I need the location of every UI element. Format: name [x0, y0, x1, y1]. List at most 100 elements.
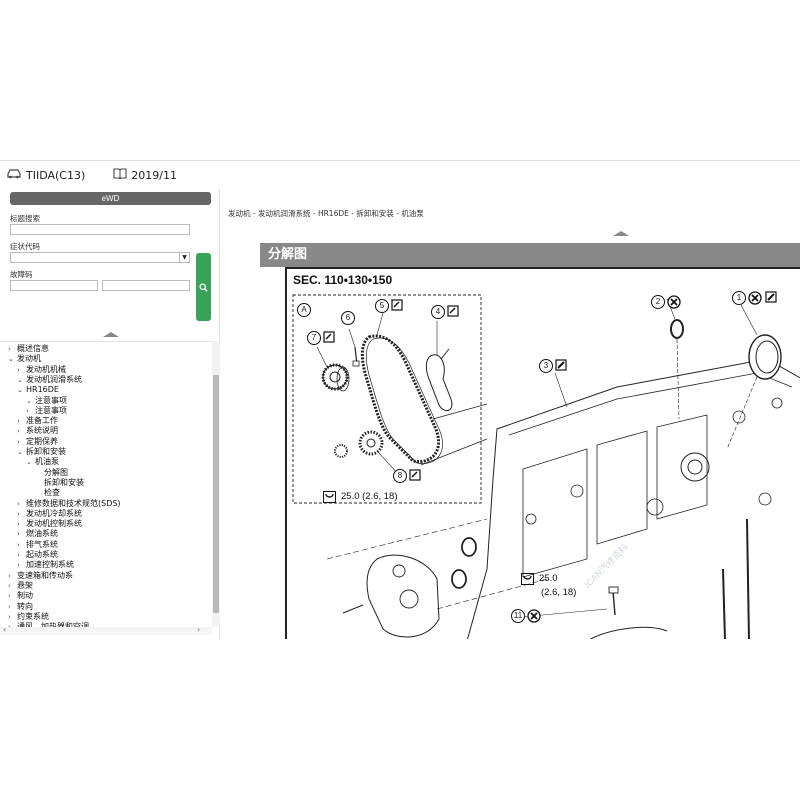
chevron-right-icon[interactable]: ›: [17, 499, 26, 509]
tree-item[interactable]: › 注意事项: [26, 406, 67, 416]
callout-a: A: [297, 303, 311, 317]
chevron-right-icon[interactable]: ›: [8, 612, 17, 622]
tree-item[interactable]: ⌄ 机油泵: [26, 457, 59, 467]
scroll-right-icon[interactable]: ›: [197, 625, 200, 634]
callout-2: 2: [651, 295, 665, 309]
search-button[interactable]: [196, 253, 211, 321]
tree-item[interactable]: › 系统说明: [17, 426, 58, 436]
tree-item-label: 起动系统: [26, 550, 58, 559]
callout-8: 8: [393, 469, 407, 483]
tree-item[interactable]: 分解图: [35, 468, 68, 478]
tree-item[interactable]: › 发动机机械: [17, 365, 66, 375]
tree-item[interactable]: ⌄ HR16DE: [17, 385, 59, 395]
tree-item[interactable]: › 变速箱和传动系: [8, 571, 73, 581]
tree-item[interactable]: › 发动机控制系统: [17, 519, 82, 529]
tree-item-label: 定期保养: [26, 436, 58, 446]
date-label: 2019/11: [131, 168, 177, 182]
tree-item[interactable]: › 准备工作: [17, 416, 58, 426]
callout-1: 1: [732, 291, 746, 305]
tree-item-label: 系统说明: [26, 426, 58, 436]
tree-item[interactable]: › 转向: [8, 602, 33, 612]
tree-item-label: 注意事项: [35, 395, 67, 405]
tree-item-label: 发动机控制系统: [26, 519, 82, 529]
tree-item[interactable]: ⌄ 发动机: [8, 354, 41, 364]
pencil-icon: [765, 291, 777, 303]
chevron-right-icon[interactable]: ›: [17, 365, 26, 375]
tree-horizontal-scrollbar[interactable]: ‹ ›: [0, 625, 212, 635]
chevron-right-icon[interactable]: ›: [17, 550, 26, 560]
tree-item[interactable]: ⌄ 发动机润滑系统: [17, 375, 82, 385]
tree-item[interactable]: › 发动机冷却系统: [17, 509, 82, 519]
symptom-code-select[interactable]: ▼: [10, 252, 190, 263]
breadcrumb[interactable]: 发动机 - 发动机润滑系统 - HR16DE - 拆卸和安装 - 机油泵: [228, 208, 424, 219]
chevron-down-icon[interactable]: ⌄: [8, 354, 17, 364]
tree-item-label: 机油泵: [35, 457, 59, 467]
scrollbar-thumb[interactable]: [213, 375, 219, 613]
torque-wrench-icon: [323, 491, 336, 503]
collapse-search-icon[interactable]: [103, 332, 119, 337]
chevron-right-icon[interactable]: ›: [17, 519, 26, 529]
scroll-left-icon[interactable]: ‹: [3, 625, 6, 634]
replace-icon: [527, 609, 541, 623]
vehicle-selector[interactable]: TIIDA(C13): [6, 168, 85, 182]
chevron-right-icon[interactable]: ›: [26, 406, 35, 416]
chevron-right-icon[interactable]: ›: [17, 540, 26, 550]
search-icon: [199, 282, 208, 292]
fault-code-input-1[interactable]: [10, 280, 98, 291]
chevron-right-icon[interactable]: ›: [8, 344, 17, 354]
chevron-right-icon[interactable]: ›: [8, 591, 17, 601]
note-icon: [391, 299, 403, 311]
tree-item-label: 变速箱和传动系: [17, 570, 73, 580]
section-title: 分解图: [260, 243, 800, 267]
tree-item[interactable]: ⌄ 注意事项: [26, 396, 67, 406]
tree-item[interactable]: › 维修数据和技术规范(SDS): [17, 499, 121, 509]
tree-item[interactable]: › 悬架: [8, 581, 33, 591]
symptom-code-label: 症状代码: [10, 242, 40, 251]
chevron-right-icon[interactable]: ›: [17, 529, 26, 539]
ewd-button[interactable]: eWD: [10, 192, 211, 205]
chevron-right-icon[interactable]: ›: [17, 426, 26, 436]
tree-item-label: 分解图: [44, 467, 68, 477]
chevron-right-icon[interactable]: ›: [17, 560, 26, 570]
tree-item[interactable]: › 燃油系统: [17, 529, 58, 539]
tree-item[interactable]: › 排气系统: [17, 540, 58, 550]
tree-vertical-scrollbar[interactable]: [212, 341, 220, 627]
callout-4: 4: [431, 305, 445, 319]
torque-spec-2-value: 25.0: [539, 573, 558, 584]
chevron-right-icon[interactable]: ›: [17, 509, 26, 519]
tree-item[interactable]: › 定期保养: [17, 437, 58, 447]
tree-item[interactable]: › 约束系统: [8, 612, 49, 622]
tree-item[interactable]: › 起动系统: [17, 550, 58, 560]
tree-item[interactable]: › 加速控制系统: [17, 560, 74, 570]
callout-7: 7: [307, 331, 321, 345]
tree-item-label: 燃油系统: [26, 529, 58, 539]
tree-item-label: 注意事项: [35, 405, 67, 415]
tree-item[interactable]: › 制动: [8, 591, 33, 601]
tree-item-label: 约束系统: [17, 611, 49, 621]
fault-code-input-2[interactable]: [102, 280, 190, 291]
chevron-down-icon[interactable]: ⌄: [26, 457, 35, 467]
chevron-down-icon[interactable]: ⌄: [17, 447, 26, 457]
tree-item[interactable]: ⌄ 拆卸和安装: [17, 447, 66, 457]
tree-item-label: 转向: [17, 601, 33, 611]
tree-item[interactable]: › 概述信息: [8, 344, 49, 354]
top-bar: TIIDA(C13) 2019/11: [0, 161, 800, 189]
chevron-down-icon[interactable]: ⌄: [17, 385, 26, 395]
date-selector[interactable]: 2019/11: [113, 168, 177, 182]
chevron-down-icon: ▼: [179, 253, 189, 262]
chevron-right-icon[interactable]: ›: [8, 602, 17, 612]
chevron-right-icon[interactable]: ›: [8, 581, 17, 591]
chevron-right-icon[interactable]: ›: [17, 416, 26, 426]
tree-item[interactable]: 检查: [35, 488, 60, 498]
chevron-right-icon[interactable]: ›: [8, 571, 17, 581]
title-search-input[interactable]: [10, 224, 190, 235]
tree-item-label: 排气系统: [26, 539, 58, 549]
tree-item[interactable]: 拆卸和安装: [35, 478, 84, 488]
chevron-right-icon[interactable]: ›: [17, 437, 26, 447]
collapse-content-icon[interactable]: [613, 231, 629, 236]
callout-5: 5: [375, 299, 389, 313]
note-icon: [323, 331, 335, 343]
chevron-down-icon[interactable]: ⌄: [26, 396, 35, 406]
tree-item-label: 准备工作: [26, 416, 58, 426]
chevron-down-icon[interactable]: ⌄: [17, 375, 26, 385]
